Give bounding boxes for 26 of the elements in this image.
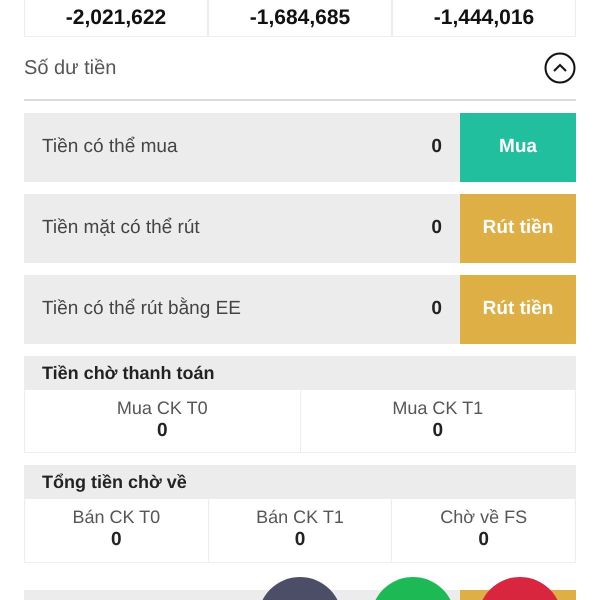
pending-label: Chờ về FS	[439, 507, 528, 529]
pending-label: Bán CK T0	[71, 507, 162, 529]
summary-value: -1,444,016	[434, 7, 534, 28]
pending-label: Mua CK T0	[116, 398, 209, 420]
balance-value: 0	[431, 297, 443, 322]
pending-label: Bán CK T1	[255, 507, 345, 529]
group-title: Tổng tiền chờ về	[24, 465, 576, 500]
group-title: Tiền chờ thanh toán	[24, 356, 576, 390]
balance-value: 0	[431, 216, 443, 240]
section-title: Số dư tiền	[24, 56, 116, 81]
pending-value: 0	[477, 528, 490, 552]
pending-value: 0	[110, 528, 123, 552]
pending-value: 0	[431, 420, 444, 442]
summary-value: -2,021,622	[66, 7, 166, 28]
pending-value: 0	[294, 528, 306, 552]
balance-label: Tiền mặt có thể rút	[41, 216, 201, 240]
collapse-icon[interactable]	[544, 52, 576, 84]
summary-value: -1,684,685	[250, 7, 350, 28]
buy-button[interactable]: Mua	[460, 113, 576, 182]
pending-label: Mua CK T1	[391, 398, 484, 420]
balance-label: Tiền có thể rút bằng EE	[41, 296, 242, 322]
balance-value: 0	[431, 135, 443, 160]
withdraw-button[interactable]: Rút tiền	[460, 194, 576, 263]
balance-label: Tiền có thể mua	[41, 135, 179, 160]
withdraw-button[interactable]: Rút tiền	[460, 275, 576, 344]
pending-value: 0	[156, 420, 169, 442]
